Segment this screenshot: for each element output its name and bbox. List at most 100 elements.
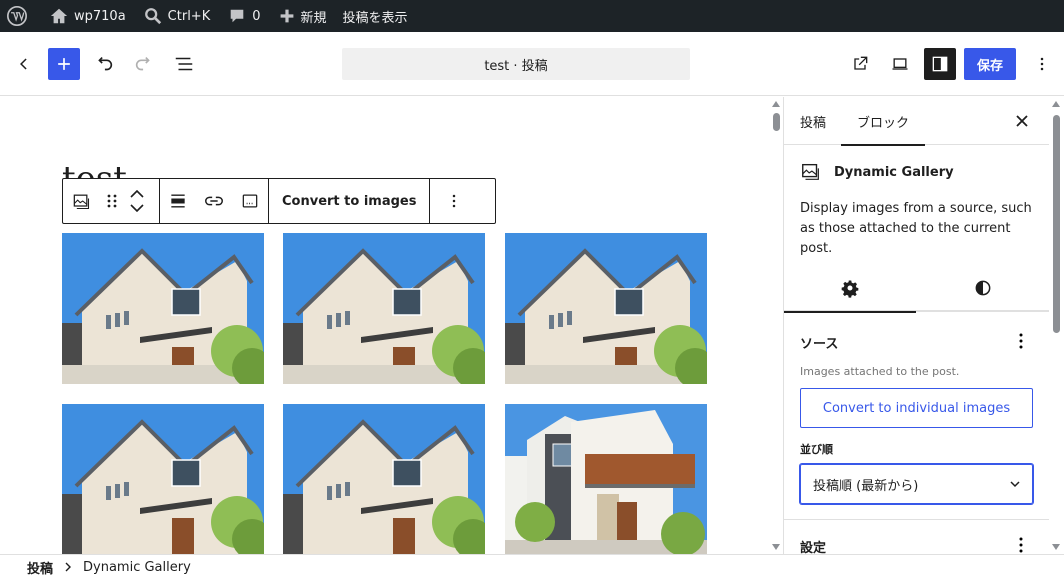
block-type-button[interactable]	[63, 179, 99, 223]
settings-sidebar-toggle[interactable]	[924, 48, 956, 80]
scroll-thumb[interactable]	[773, 113, 780, 131]
canvas-scrollbar[interactable]	[770, 97, 783, 554]
document-bar[interactable]: test · 投稿	[342, 48, 690, 80]
convert-to-images-button[interactable]: Convert to images	[269, 179, 429, 223]
caption-icon	[242, 194, 258, 208]
contrast-icon	[975, 280, 991, 296]
list-view-icon	[175, 57, 193, 71]
shortcut-label: Ctrl+K	[167, 8, 211, 24]
block-movers	[125, 179, 149, 223]
toolbar-group-options	[430, 179, 478, 223]
order-value: 投稿順 (最新から)	[813, 478, 919, 494]
site-name: wp710a	[74, 8, 126, 24]
view-post-label: 投稿を表示	[342, 10, 408, 26]
more-vertical-icon	[1040, 57, 1044, 71]
chevron-right-icon	[65, 562, 72, 572]
settings-panel-title[interactable]: 設定	[800, 537, 826, 554]
scroll-up-arrow[interactable]	[772, 101, 780, 107]
scroll-up-arrow[interactable]	[1052, 101, 1060, 107]
house-image	[283, 233, 485, 384]
chevron-down-icon[interactable]	[130, 204, 144, 212]
document-title: test · 投稿	[484, 58, 548, 74]
gallery-icon	[802, 163, 819, 180]
source-panel-title[interactable]: ソース	[800, 333, 838, 352]
tab-post[interactable]: 投稿	[800, 97, 826, 145]
add-block-button[interactable]	[48, 48, 80, 80]
scroll-down-arrow[interactable]	[772, 544, 780, 550]
new-content-link[interactable]: 新規	[269, 0, 335, 32]
admin-bar: wp710a Ctrl+K 0 新規 投稿を表示	[0, 0, 1064, 32]
more-vertical-icon	[453, 194, 456, 208]
chevron-up-icon[interactable]	[130, 190, 144, 198]
tab-styles[interactable]	[917, 264, 1049, 312]
external-link-icon	[854, 56, 868, 70]
link-button[interactable]	[196, 179, 232, 223]
preview-device-button[interactable]	[884, 48, 916, 80]
sidebar-tabs: 投稿 ブロック	[784, 97, 1049, 146]
toolbar-group-convert: Convert to images	[269, 179, 431, 223]
comments-link[interactable]: 0	[218, 0, 268, 32]
close-icon	[1016, 115, 1028, 127]
order-select[interactable]: 投稿順 (最新から)	[800, 464, 1033, 504]
comments-count: 0	[252, 8, 261, 24]
block-inspector-tabs	[784, 264, 1049, 313]
breadcrumb-post[interactable]: 投稿	[27, 558, 53, 577]
convert-to-individual-images-button[interactable]: Convert to individual images	[800, 388, 1033, 428]
caption-button[interactable]	[232, 179, 268, 223]
house-image	[505, 233, 707, 384]
scroll-down-arrow[interactable]	[1052, 544, 1060, 550]
toolbar-group-block	[63, 179, 160, 223]
more-vertical-icon	[1019, 333, 1023, 349]
document-overview-button[interactable]	[168, 48, 200, 80]
order-label: 並び順	[800, 443, 833, 456]
undo-button[interactable]	[88, 48, 120, 80]
gallery-icon	[73, 194, 90, 210]
gallery-image[interactable]	[283, 233, 485, 384]
gear-icon	[841, 280, 859, 298]
source-panel-options[interactable]	[1014, 331, 1028, 351]
sidebar-scrollbar[interactable]	[1049, 97, 1064, 554]
command-palette-button[interactable]: Ctrl+K	[134, 0, 219, 32]
align-button[interactable]	[160, 179, 196, 223]
drag-icon	[107, 194, 117, 208]
link-icon	[205, 196, 223, 206]
house-image	[62, 233, 264, 384]
comment-icon	[230, 9, 244, 23]
gallery-image[interactable]	[505, 404, 707, 554]
gallery-image[interactable]	[505, 233, 707, 384]
house-image	[62, 404, 264, 554]
chevron-down-icon	[1010, 481, 1020, 488]
block-toolbar: Convert to images	[62, 178, 496, 224]
wordpress-logo-button[interactable]	[0, 0, 36, 32]
save-button[interactable]: 保存	[964, 48, 1016, 80]
gallery-image[interactable]	[62, 233, 264, 384]
undo-icon	[98, 56, 113, 71]
drag-handle[interactable]	[99, 179, 125, 223]
plus-icon	[58, 58, 70, 70]
gallery-image[interactable]	[283, 404, 485, 554]
laptop-icon	[892, 58, 908, 70]
block-breadcrumb: 投稿 Dynamic Gallery	[0, 554, 1064, 579]
block-options-button[interactable]	[430, 179, 478, 223]
house-image	[505, 404, 707, 554]
close-sidebar-button[interactable]	[1010, 109, 1034, 133]
search-icon	[144, 8, 161, 25]
breadcrumb-block[interactable]: Dynamic Gallery	[83, 560, 191, 575]
sidebar-icon	[932, 56, 948, 72]
site-name-link[interactable]: wp710a	[36, 0, 134, 32]
view-post-button[interactable]	[844, 48, 876, 80]
plus-icon	[280, 9, 293, 23]
options-button[interactable]	[1026, 48, 1058, 80]
chevron-left-icon	[20, 58, 27, 70]
wordpress-icon	[7, 6, 27, 26]
settings-panel-options[interactable]	[1014, 535, 1028, 554]
tab-block[interactable]: ブロック	[841, 97, 926, 146]
redo-button[interactable]	[128, 48, 160, 80]
house-image	[283, 404, 485, 554]
view-post-link[interactable]: 投稿を表示	[335, 0, 416, 32]
tab-settings[interactable]	[784, 264, 916, 313]
block-name: Dynamic Gallery	[834, 164, 954, 180]
back-button[interactable]	[8, 48, 40, 80]
gallery-image[interactable]	[62, 404, 264, 554]
scroll-thumb[interactable]	[1053, 115, 1060, 333]
